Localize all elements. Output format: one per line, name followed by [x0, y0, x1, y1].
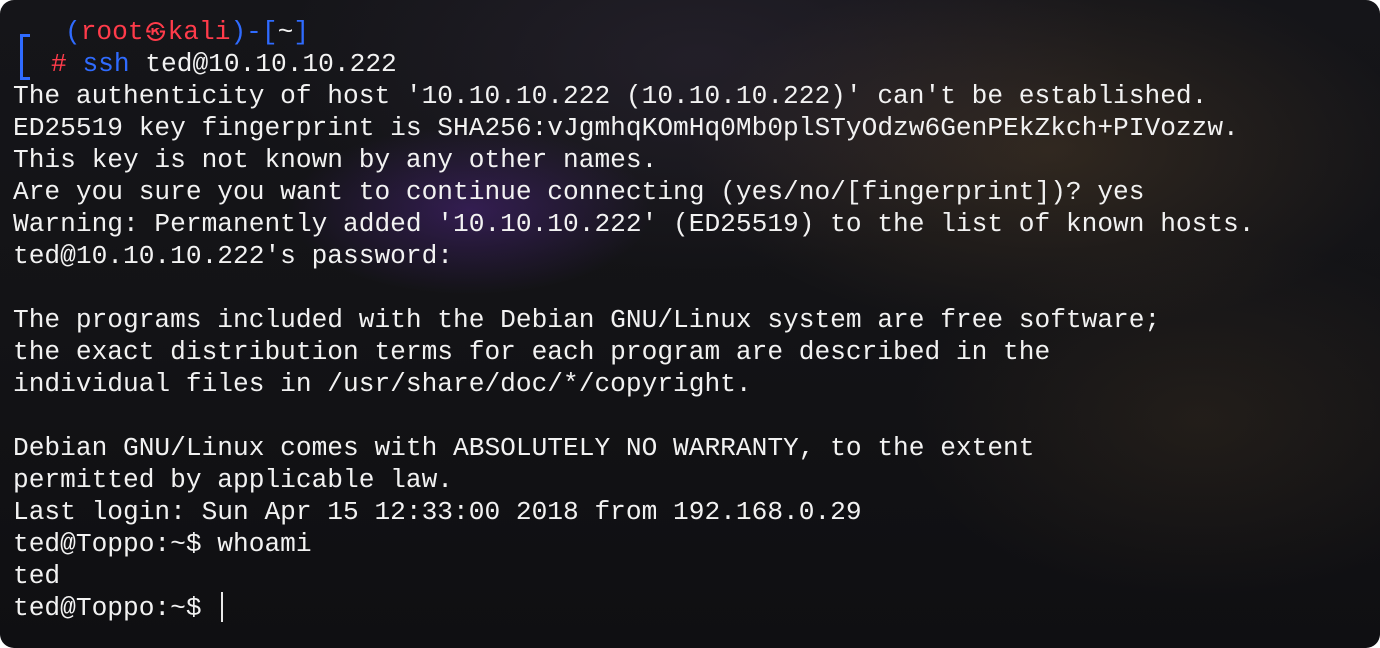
prompt-directory: ~ [277, 17, 294, 47]
prompt-hash: # [51, 49, 67, 79]
prompt-open-paren: ( [65, 17, 81, 47]
prompt-at-symbol: ㉿ [145, 23, 166, 46]
output-line: permitted by applicable law. [13, 465, 454, 495]
output-line: The programs included with the Debian GN… [13, 305, 1161, 335]
output-line: Are you sure you want to continue connec… [13, 177, 1145, 207]
output-line: Last login: Sun Apr 15 12:33:00 2018 fro… [13, 497, 862, 527]
output-line: Debian GNU/Linux comes with ABSOLUTELY N… [13, 433, 1035, 463]
command-name: ssh [82, 49, 130, 79]
output-line: the exact distribution terms for each pr… [13, 337, 1051, 367]
prompt-host: kali [167, 17, 231, 47]
output-line: individual files in /usr/share/doc/*/cop… [13, 369, 752, 399]
active-prompt: ted@Toppo:~$ [13, 593, 218, 623]
command-args: ted@10.10.10.222 [129, 49, 397, 79]
output-line: Warning: Permanently added '10.10.10.222… [13, 209, 1255, 239]
kali-prompt-header: (root ㉿kali)-[~] [13, 16, 1370, 80]
terminal-screen: (root ㉿kali)-[~] # ssh ted@10.10.10.222 T… [13, 16, 1370, 624]
prompt-user: root [80, 17, 144, 47]
output-line: ted@10.10.10.222's password: [13, 241, 454, 271]
output-line: ted [13, 561, 61, 591]
command-line: # ssh ted@10.10.10.222 [13, 48, 1370, 80]
prompt-bracket-decoration [20, 34, 30, 80]
text-cursor[interactable] [221, 592, 224, 622]
output-line: ted@Toppo:~$ whoami [13, 529, 312, 559]
output-line: The authenticity of host '10.10.10.222 (… [13, 81, 1208, 111]
output-line: This key is not known by any other names… [13, 145, 658, 175]
active-prompt-line[interactable]: ted@Toppo:~$ [13, 592, 1370, 624]
output-line: ED25519 key fingerprint is SHA256:vJgmhq… [13, 113, 1239, 143]
prompt-close-bracket: ] [293, 17, 310, 47]
terminal-window[interactable]: (root ㉿kali)-[~] # ssh ted@10.10.10.222 T… [0, 0, 1380, 648]
prompt-separator: )-[ [230, 17, 278, 47]
